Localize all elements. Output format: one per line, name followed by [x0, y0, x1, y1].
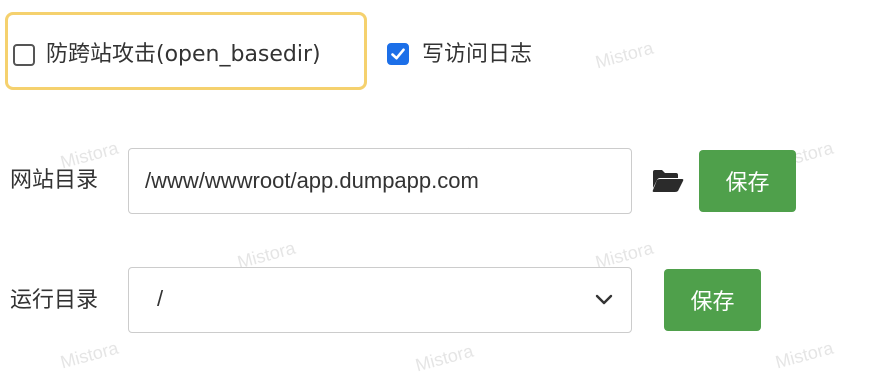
watermark: Mistora	[593, 37, 656, 73]
access-log-checkbox[interactable]	[387, 43, 409, 65]
folder-open-icon[interactable]	[652, 169, 684, 197]
site-dir-save-button[interactable]: 保存	[699, 150, 796, 212]
run-dir-select[interactable]: /	[128, 267, 632, 333]
site-dir-label: 网站目录	[10, 168, 99, 193]
chevron-down-icon	[595, 294, 613, 305]
run-dir-save-button[interactable]: 保存	[664, 269, 761, 331]
site-dir-input[interactable]	[128, 148, 632, 214]
check-icon	[391, 48, 405, 60]
watermark: Mistora	[58, 337, 121, 373]
open-basedir-label[interactable]: 防跨站攻击(open_basedir)	[46, 41, 321, 69]
access-log-label[interactable]: 写访问日志	[422, 41, 532, 69]
watermark: Mistora	[773, 337, 836, 373]
run-dir-selected-value: /	[157, 286, 164, 311]
open-basedir-checkbox[interactable]	[13, 44, 35, 66]
run-dir-label: 运行目录	[10, 288, 99, 313]
watermark: Mistora	[413, 340, 476, 376]
